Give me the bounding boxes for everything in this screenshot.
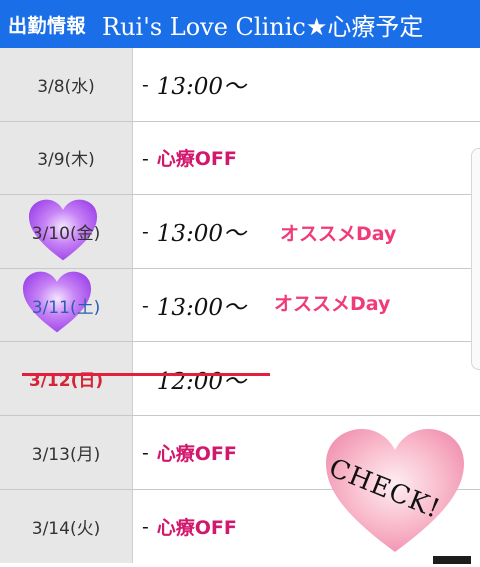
start-time: 13:00〜 xyxy=(156,221,247,248)
date-cell: 3/8(水) xyxy=(0,48,133,121)
dash-mark: - xyxy=(142,514,149,539)
attendance-info-label: 出勤情報 xyxy=(8,14,87,37)
date-label: 3/8(水) xyxy=(37,76,95,97)
off-status: 心療OFF xyxy=(156,516,237,539)
date-cell: 3/10(金) xyxy=(0,195,133,268)
dash-mark: - xyxy=(142,440,149,465)
schedule-row: 3/11(土) - 13:00〜 オススメDay xyxy=(0,268,480,343)
off-status: 心療OFF xyxy=(156,442,237,465)
recommend-day-label: オススメDay xyxy=(274,292,391,315)
date-label: 3/14(火) xyxy=(31,518,101,539)
schedule-cell: - 13:00〜 オススメDay xyxy=(134,269,480,342)
dash-mark: - xyxy=(142,293,149,318)
schedule-row: 3/9(木) - 心療OFF xyxy=(0,121,480,196)
date-cell: 3/13(月) xyxy=(0,415,133,489)
schedule-header: 出勤情報 Rui's Love Clinic★心療予定 xyxy=(0,0,480,48)
date-label: 3/11(土) xyxy=(31,297,101,318)
date-cell: 3/12(日) xyxy=(0,342,133,415)
dash-mark: - xyxy=(142,72,149,97)
schedule-row: 3/10(金) - 13:00〜 オススメDay xyxy=(0,195,480,269)
start-time: 13:00〜 xyxy=(156,74,247,101)
date-label: 3/13(月) xyxy=(31,444,101,465)
schedule-cell: - 心療OFF xyxy=(134,122,480,195)
date-label: 3/9(木) xyxy=(37,150,95,171)
off-status: 心療OFF xyxy=(156,148,237,171)
scroll-panel-edge[interactable] xyxy=(471,148,480,370)
date-cell: 3/14(火) xyxy=(0,489,133,564)
recommend-day-label: オススメDay xyxy=(280,223,397,246)
schedule-cell: - 13:00〜 xyxy=(134,48,480,121)
schedule-title: Rui's Love Clinic★心療予定 xyxy=(102,12,424,41)
schedule-cell: - 12:00〜 xyxy=(134,342,480,415)
check-sticker: CHECK! xyxy=(320,418,470,563)
schedule-row: 3/12(日) - 12:00〜 xyxy=(0,342,480,416)
schedule-row: 3/8(水) - 13:00〜 xyxy=(0,48,480,122)
schedule-cell: - 13:00〜 オススメDay xyxy=(134,195,480,268)
cancel-strike-line xyxy=(22,373,270,377)
corner-tab[interactable] xyxy=(433,556,471,564)
date-label: 3/12(日) xyxy=(28,371,104,392)
date-label: 3/10(金) xyxy=(31,223,101,244)
date-cell: 3/9(木) xyxy=(0,121,133,195)
start-time: 13:00〜 xyxy=(156,295,247,322)
dash-mark: - xyxy=(142,145,149,170)
date-cell: 3/11(土) xyxy=(0,268,133,342)
dash-mark: - xyxy=(142,219,149,244)
start-time: 12:00〜 xyxy=(156,368,247,395)
